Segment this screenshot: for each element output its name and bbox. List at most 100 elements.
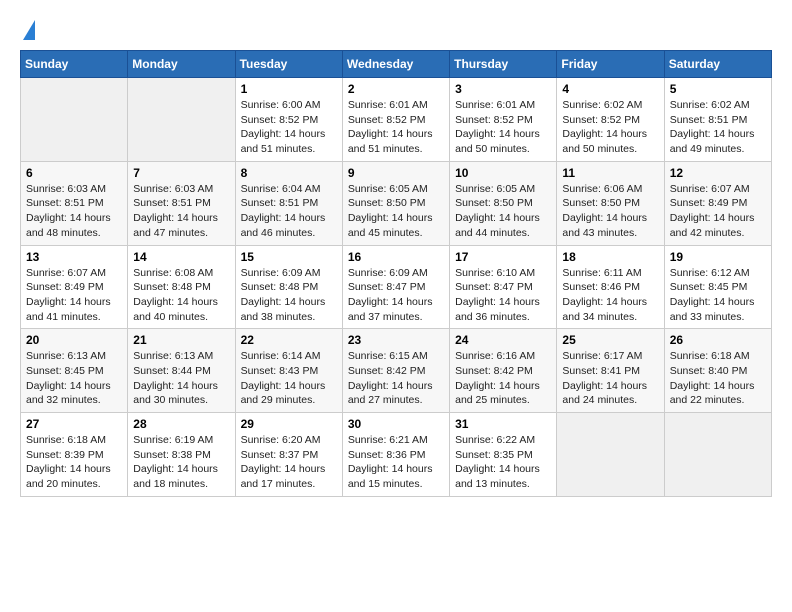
day-number: 21 [133,333,229,347]
day-number: 1 [241,82,337,96]
calendar-cell: 9 Sunrise: 6:05 AMSunset: 8:50 PMDaylight… [342,161,449,245]
day-number: 19 [670,250,766,264]
day-number: 13 [26,250,122,264]
day-info: Sunrise: 6:20 AMSunset: 8:37 PMDaylight:… [241,433,337,492]
calendar-cell: 11 Sunrise: 6:06 AMSunset: 8:50 PMDayligh… [557,161,664,245]
day-number: 11 [562,166,658,180]
day-number: 7 [133,166,229,180]
day-info: Sunrise: 6:00 AMSunset: 8:52 PMDaylight:… [241,98,337,157]
calendar-cell: 13 Sunrise: 6:07 AMSunset: 8:49 PMDayligh… [21,245,128,329]
day-number: 8 [241,166,337,180]
calendar-cell: 18 Sunrise: 6:11 AMSunset: 8:46 PMDayligh… [557,245,664,329]
calendar-cell: 23 Sunrise: 6:15 AMSunset: 8:42 PMDayligh… [342,329,449,413]
day-number: 14 [133,250,229,264]
day-info: Sunrise: 6:11 AMSunset: 8:46 PMDaylight:… [562,266,658,325]
day-info: Sunrise: 6:12 AMSunset: 8:45 PMDaylight:… [670,266,766,325]
day-info: Sunrise: 6:06 AMSunset: 8:50 PMDaylight:… [562,182,658,241]
day-info: Sunrise: 6:05 AMSunset: 8:50 PMDaylight:… [348,182,444,241]
calendar-cell [557,413,664,497]
day-info: Sunrise: 6:09 AMSunset: 8:47 PMDaylight:… [348,266,444,325]
calendar-cell: 14 Sunrise: 6:08 AMSunset: 8:48 PMDayligh… [128,245,235,329]
calendar-cell: 10Sunrise: 6:05 AMSunset: 8:50 PMDayligh… [450,161,557,245]
calendar-table: SundayMondayTuesdayWednesdayThursdayFrid… [20,50,772,497]
day-info: Sunrise: 6:13 AMSunset: 8:44 PMDaylight:… [133,349,229,408]
day-number: 22 [241,333,337,347]
day-info: Sunrise: 6:15 AMSunset: 8:42 PMDaylight:… [348,349,444,408]
day-number: 5 [670,82,766,96]
calendar-cell: 28Sunrise: 6:19 AMSunset: 8:38 PMDayligh… [128,413,235,497]
day-number: 18 [562,250,658,264]
calendar-cell: 30Sunrise: 6:21 AMSunset: 8:36 PMDayligh… [342,413,449,497]
calendar-cell: 19 Sunrise: 6:12 AMSunset: 8:45 PMDayligh… [664,245,771,329]
day-info: Sunrise: 6:09 AMSunset: 8:48 PMDaylight:… [241,266,337,325]
day-info: Sunrise: 6:01 AMSunset: 8:52 PMDaylight:… [348,98,444,157]
calendar-cell: 27 Sunrise: 6:18 AMSunset: 8:39 PMDayligh… [21,413,128,497]
day-number: 26 [670,333,766,347]
calendar-cell: 4Sunrise: 6:02 AMSunset: 8:52 PMDaylight… [557,78,664,162]
day-number: 9 [348,166,444,180]
day-info: Sunrise: 6:14 AMSunset: 8:43 PMDaylight:… [241,349,337,408]
calendar-week-row: 6 Sunrise: 6:03 AMSunset: 8:51 PMDaylight… [21,161,772,245]
calendar-cell: 7 Sunrise: 6:03 AMSunset: 8:51 PMDaylight… [128,161,235,245]
day-number: 23 [348,333,444,347]
calendar-cell: 16 Sunrise: 6:09 AMSunset: 8:47 PMDayligh… [342,245,449,329]
calendar-cell [128,78,235,162]
day-number: 31 [455,417,551,431]
day-info: Sunrise: 6:13 AMSunset: 8:45 PMDaylight:… [26,349,122,408]
day-info: Sunrise: 6:17 AMSunset: 8:41 PMDaylight:… [562,349,658,408]
calendar-week-row: 1 Sunrise: 6:00 AMSunset: 8:52 PMDaylight… [21,78,772,162]
calendar-cell [664,413,771,497]
calendar-header-thursday: Thursday [450,51,557,78]
calendar-cell: 22 Sunrise: 6:14 AMSunset: 8:43 PMDayligh… [235,329,342,413]
day-number: 15 [241,250,337,264]
calendar-cell: 15 Sunrise: 6:09 AMSunset: 8:48 PMDayligh… [235,245,342,329]
day-info: Sunrise: 6:07 AMSunset: 8:49 PMDaylight:… [26,266,122,325]
day-number: 20 [26,333,122,347]
calendar-header-tuesday: Tuesday [235,51,342,78]
calendar-cell: 8 Sunrise: 6:04 AMSunset: 8:51 PMDaylight… [235,161,342,245]
calendar-week-row: 13 Sunrise: 6:07 AMSunset: 8:49 PMDayligh… [21,245,772,329]
day-info: Sunrise: 6:22 AMSunset: 8:35 PMDaylight:… [455,433,551,492]
day-info: Sunrise: 6:03 AMSunset: 8:51 PMDaylight:… [26,182,122,241]
day-info: Sunrise: 6:04 AMSunset: 8:51 PMDaylight:… [241,182,337,241]
calendar-cell: 31 Sunrise: 6:22 AMSunset: 8:35 PMDayligh… [450,413,557,497]
day-info: Sunrise: 6:01 AMSunset: 8:52 PMDaylight:… [455,98,551,157]
calendar-header-wednesday: Wednesday [342,51,449,78]
day-info: Sunrise: 6:02 AMSunset: 8:51 PMDaylight:… [670,98,766,157]
calendar-cell: 17 Sunrise: 6:10 AMSunset: 8:47 PMDayligh… [450,245,557,329]
day-number: 2 [348,82,444,96]
day-info: Sunrise: 6:18 AMSunset: 8:39 PMDaylight:… [26,433,122,492]
calendar-cell: 24Sunrise: 6:16 AMSunset: 8:42 PMDayligh… [450,329,557,413]
day-number: 4 [562,82,658,96]
day-number: 27 [26,417,122,431]
day-info: Sunrise: 6:21 AMSunset: 8:36 PMDaylight:… [348,433,444,492]
calendar-cell: 3 Sunrise: 6:01 AMSunset: 8:52 PMDaylight… [450,78,557,162]
logo [20,20,35,40]
calendar-cell: 25Sunrise: 6:17 AMSunset: 8:41 PMDayligh… [557,329,664,413]
calendar-week-row: 20 Sunrise: 6:13 AMSunset: 8:45 PMDayligh… [21,329,772,413]
day-number: 16 [348,250,444,264]
day-info: Sunrise: 6:05 AMSunset: 8:50 PMDaylight:… [455,182,551,241]
calendar-cell: 2 Sunrise: 6:01 AMSunset: 8:52 PMDaylight… [342,78,449,162]
calendar-header-row: SundayMondayTuesdayWednesdayThursdayFrid… [21,51,772,78]
day-info: Sunrise: 6:08 AMSunset: 8:48 PMDaylight:… [133,266,229,325]
day-info: Sunrise: 6:03 AMSunset: 8:51 PMDaylight:… [133,182,229,241]
calendar-header-monday: Monday [128,51,235,78]
day-number: 24 [455,333,551,347]
calendar-cell [21,78,128,162]
calendar-cell: 12Sunrise: 6:07 AMSunset: 8:49 PMDayligh… [664,161,771,245]
day-number: 6 [26,166,122,180]
logo-triangle-icon [23,20,35,40]
calendar-cell: 26Sunrise: 6:18 AMSunset: 8:40 PMDayligh… [664,329,771,413]
day-number: 17 [455,250,551,264]
calendar-cell: 20 Sunrise: 6:13 AMSunset: 8:45 PMDayligh… [21,329,128,413]
calendar-header-friday: Friday [557,51,664,78]
day-info: Sunrise: 6:10 AMSunset: 8:47 PMDaylight:… [455,266,551,325]
day-number: 3 [455,82,551,96]
page-header [20,20,772,40]
day-info: Sunrise: 6:19 AMSunset: 8:38 PMDaylight:… [133,433,229,492]
calendar-cell: 21 Sunrise: 6:13 AMSunset: 8:44 PMDayligh… [128,329,235,413]
calendar-cell: 1 Sunrise: 6:00 AMSunset: 8:52 PMDaylight… [235,78,342,162]
calendar-header-sunday: Sunday [21,51,128,78]
day-number: 29 [241,417,337,431]
